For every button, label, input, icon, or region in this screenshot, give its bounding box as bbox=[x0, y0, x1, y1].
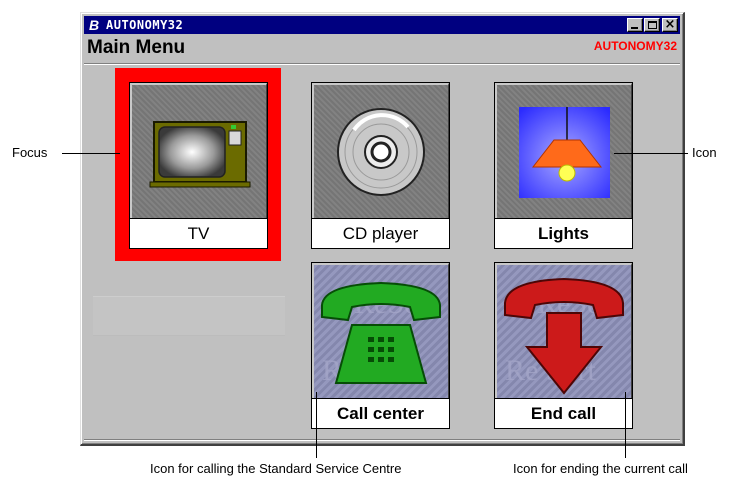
annotation-end-call: Icon for ending the current call bbox=[513, 461, 688, 476]
minimize-button[interactable] bbox=[627, 18, 643, 32]
annotation-icon: Icon bbox=[692, 145, 717, 160]
app-window: B AUTONOMY32 × Main Menu AUTONOMY32 TV C… bbox=[80, 12, 685, 446]
tile-cd-player[interactable]: CD player bbox=[311, 82, 450, 249]
window-title: AUTONOMY32 bbox=[106, 18, 184, 32]
tile-call-center[interactable]: ReSort Re Sort Call center bbox=[311, 262, 450, 429]
divider bbox=[84, 63, 680, 65]
page-title: Main Menu bbox=[87, 37, 186, 58]
window-controls: × bbox=[626, 17, 678, 32]
tile-end-call[interactable]: ReSort Re Sort End call bbox=[494, 262, 633, 429]
annotation-leader bbox=[316, 392, 317, 458]
tile-lights[interactable]: Lights bbox=[494, 82, 633, 249]
annotation-leader bbox=[625, 392, 626, 458]
phone-call-icon: ReSort Re Sort bbox=[312, 263, 449, 398]
tile-label: CD player bbox=[312, 218, 449, 248]
cd-icon bbox=[312, 83, 449, 218]
annotation-leader bbox=[614, 153, 688, 154]
annotation-call-center: Icon for calling the Standard Service Ce… bbox=[150, 461, 402, 476]
tile-tv[interactable]: TV bbox=[129, 82, 268, 249]
tile-label: End call bbox=[495, 398, 632, 428]
tv-icon bbox=[130, 83, 267, 218]
phone-hangup-icon: ReSort Re Sort bbox=[495, 263, 632, 398]
maximize-button[interactable] bbox=[644, 18, 660, 32]
close-icon: × bbox=[664, 17, 676, 32]
tile-label: TV bbox=[130, 218, 267, 248]
tile-label: Lights bbox=[495, 218, 632, 248]
annotation-focus: Focus bbox=[12, 145, 48, 160]
close-button[interactable]: × bbox=[662, 17, 678, 32]
lamp-icon bbox=[495, 83, 632, 218]
maximize-icon bbox=[648, 21, 657, 29]
minimize-icon bbox=[631, 27, 638, 29]
title-bar[interactable]: B AUTONOMY32 × bbox=[84, 16, 680, 34]
brand-label: AUTONOMY32 bbox=[593, 39, 677, 53]
tile-label: Call center bbox=[312, 398, 449, 428]
annotation-leader bbox=[62, 153, 120, 154]
divider bbox=[84, 439, 680, 441]
app-icon: B bbox=[88, 17, 100, 33]
empty-slot bbox=[93, 296, 285, 336]
